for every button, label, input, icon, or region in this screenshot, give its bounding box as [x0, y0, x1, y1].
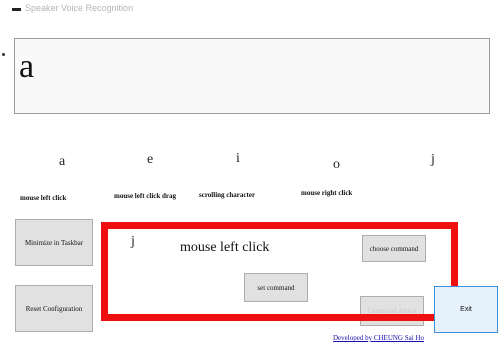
choose-command-button[interactable]: choose command: [362, 235, 426, 262]
selected-command: mouse left click: [180, 240, 270, 255]
reset-configuration-button[interactable]: Reset Configuration: [15, 285, 93, 332]
selected-character: j: [131, 234, 135, 249]
command-label-o: mouse right click: [301, 189, 353, 197]
char-label-e: e: [147, 152, 154, 167]
recognized-character: a: [19, 48, 35, 85]
app-icon: [12, 8, 21, 11]
minimize-taskbar-button[interactable]: Minimize in Taskbar: [15, 219, 93, 266]
cursor-dot: [2, 53, 5, 56]
developer-link[interactable]: Developed by CHEUNG Sai Ho: [333, 334, 424, 342]
command-label-a: mouse left click: [20, 194, 67, 202]
recognized-character-display: a: [14, 38, 490, 114]
char-label-i: i: [236, 151, 240, 166]
window-title: Speaker Voice Recognition: [25, 3, 134, 13]
char-label-a: a: [59, 154, 66, 169]
set-command-button[interactable]: set command: [244, 273, 308, 302]
char-label-o: o: [333, 157, 340, 172]
char-label-j: j: [431, 152, 435, 167]
command-label-i: scrolling character: [199, 191, 256, 199]
title-bar: Speaker Voice Recognition: [0, 0, 498, 18]
exit-button[interactable]: Exit: [434, 286, 498, 333]
command-label-e: mouse left click drag: [114, 192, 177, 200]
